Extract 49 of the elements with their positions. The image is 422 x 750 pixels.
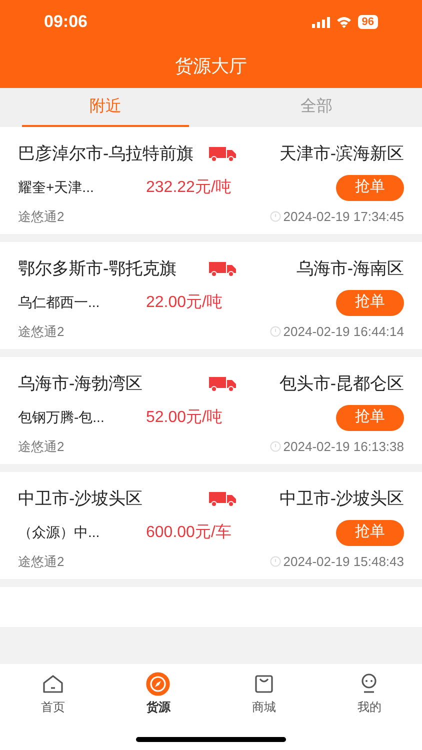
clock-icon xyxy=(270,556,282,567)
order-card[interactable]: 中卫市-沙坡头区 中卫市-沙坡头区 （众源）中... 600.00元/车 抢单 途悠通2 2024-02-19 15:48:43 xyxy=(0,472,422,579)
time-text: 2024-02-19 16:44:14 xyxy=(283,322,404,340)
origin-text: 鄂尔多斯市-鄂托克旗 xyxy=(18,258,178,280)
time-text: 2024-02-19 15:48:43 xyxy=(283,552,404,570)
cargo-text: 乌仁都西一... xyxy=(18,293,101,312)
nav-tab[interactable]: 首页 xyxy=(0,672,106,716)
battery-level: 96 xyxy=(358,15,378,29)
robot-icon xyxy=(359,673,380,695)
truck-icon xyxy=(209,490,237,507)
time-text: 2024-02-19 16:13:38 xyxy=(283,438,404,456)
nav-tab[interactable]: 商城 xyxy=(211,672,316,716)
price-text: 600.00元/车 xyxy=(146,522,232,542)
clock-icon xyxy=(270,326,282,337)
order-card[interactable]: 鄂尔多斯市-鄂托克旗 乌海市-海南区 乌仁都西一... 22.00元/吨 抢单 途悠通2 2024-02-19 16:44:14 xyxy=(0,242,422,349)
price-text: 22.00元/吨 xyxy=(146,292,224,312)
home-icon xyxy=(42,674,64,694)
cargo-text: 耀奎+天津... xyxy=(18,178,95,197)
status-time: 09:06 xyxy=(44,11,88,34)
destination-text: 天津市-滨海新区 xyxy=(278,143,404,165)
order-card[interactable]: 巴彦淖尔市-乌拉特前旗 天津市-滨海新区 耀奎+天津... 232.22元/吨 抢单 途悠通2 2024-02-19 17:34:45 xyxy=(0,127,422,234)
company-text: 途悠通2 xyxy=(18,552,66,570)
origin-text: 乌海市-海勃湾区 xyxy=(18,373,144,396)
cargo-text: 包钢万腾-包... xyxy=(18,408,106,427)
compass-icon xyxy=(146,672,170,696)
truck-icon xyxy=(209,146,237,162)
destination-text: 中卫市-沙坡头区 xyxy=(278,488,404,510)
bag-icon xyxy=(254,674,274,694)
company-text: 途悠通2 xyxy=(18,322,66,340)
order-card[interactable]: 乌海市-海勃湾区 包头市-昆都仑区 包钢万腾-包... 52.00元/吨 抢单 途悠通2 2024-02-19 16:13:38 xyxy=(0,357,422,464)
origin-text: 巴彦淖尔市-乌拉特前旗 xyxy=(18,143,195,166)
origin-text: 中卫市-沙坡头区 xyxy=(18,488,144,510)
destination-text: 乌海市-海南区 xyxy=(295,258,404,280)
price-text: 232.22元/吨 xyxy=(146,178,232,198)
time-text: 2024-02-19 17:34:45 xyxy=(283,208,404,226)
company-text: 途悠通2 xyxy=(18,438,66,456)
signal-icon xyxy=(312,16,330,28)
page-title: 货源大厅 xyxy=(175,54,247,78)
nav-tab[interactable]: 货源 xyxy=(106,672,211,716)
company-text: 途悠通2 xyxy=(18,208,66,226)
price-text: 52.00元/吨 xyxy=(146,408,224,428)
truck-icon xyxy=(209,376,237,392)
clock-icon xyxy=(270,210,282,222)
truck-icon xyxy=(209,260,237,277)
nav-tab[interactable]: 我的 xyxy=(316,672,422,716)
cargo-text: （众源）中... xyxy=(18,523,101,542)
destination-text: 包头市-昆都仑区 xyxy=(278,373,404,395)
wifi-icon xyxy=(336,16,352,28)
clock-icon xyxy=(270,440,282,452)
